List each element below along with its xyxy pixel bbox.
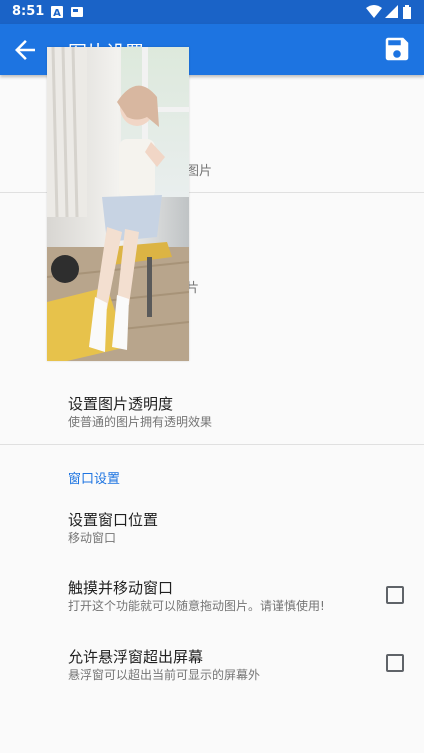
divider — [0, 444, 424, 445]
card-notification-icon — [71, 7, 83, 17]
window-position-subtitle: 移动窗口 — [68, 531, 117, 545]
save-icon[interactable] — [382, 34, 412, 64]
overflow-screen-subtitle: 悬浮窗可以超出当前可显示的屏幕外 — [68, 668, 261, 682]
overflow-screen-title: 允许悬浮窗超出屏幕 — [68, 648, 204, 666]
section-header-window: 窗口设置 — [68, 472, 121, 487]
signal-icon — [385, 5, 398, 18]
floating-photo[interactable] — [47, 47, 189, 361]
status-bar: 8:51 A — [0, 0, 424, 24]
opacity-subtitle: 使普通的图片拥有透明效果 — [68, 415, 213, 429]
touch-move-subtitle: 打开这个功能就可以随意拖动图片。请谨慎使用! — [68, 599, 325, 613]
floating-photo-image — [47, 47, 189, 361]
touch-move-checkbox[interactable] — [386, 586, 404, 604]
overflow-screen-checkbox[interactable] — [386, 654, 404, 672]
battery-icon — [403, 5, 411, 19]
status-time: 8:51 — [12, 4, 45, 19]
window-position-title: 设置窗口位置 — [68, 511, 159, 529]
wifi-icon — [366, 5, 382, 18]
opacity-title: 设置图片透明度 — [68, 395, 174, 413]
arrow-back-icon[interactable] — [10, 35, 40, 65]
a-notification-icon: A — [51, 6, 63, 19]
hidden-item-title-1: 图片 — [186, 164, 213, 179]
touch-move-title: 触摸并移动窗口 — [68, 579, 174, 597]
svg-text:A: A — [53, 8, 61, 19]
